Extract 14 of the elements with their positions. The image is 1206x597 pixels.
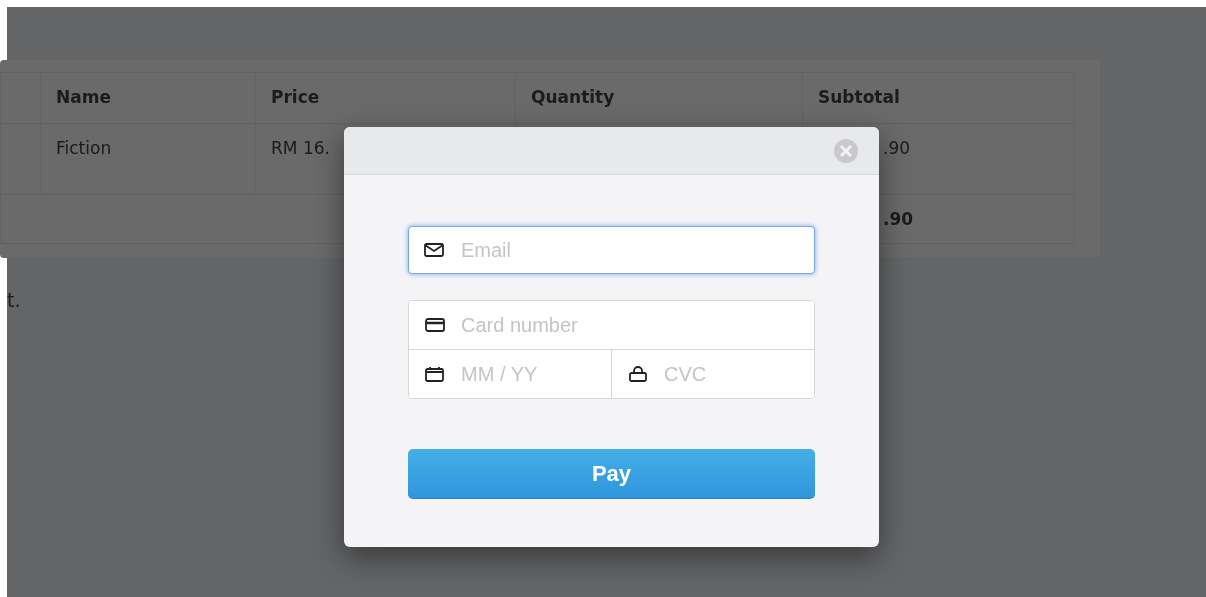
calendar-icon xyxy=(423,365,447,383)
column-header: Quantity xyxy=(515,72,803,124)
close-icon[interactable] xyxy=(831,137,861,164)
email-field[interactable]: Email xyxy=(408,226,815,274)
column-header: Subtotal xyxy=(802,72,1075,124)
envelope-icon xyxy=(422,241,446,259)
table-cell: Fiction xyxy=(40,123,256,195)
column-header: Price xyxy=(255,72,516,124)
card-icon xyxy=(423,316,447,334)
pay-button[interactable]: Pay xyxy=(408,449,815,499)
note-text: t. xyxy=(7,289,21,311)
padlock-icon xyxy=(626,365,650,383)
column-header: Name xyxy=(40,72,256,124)
card-details-field[interactable]: Card number MM / YY CVC xyxy=(408,300,815,399)
